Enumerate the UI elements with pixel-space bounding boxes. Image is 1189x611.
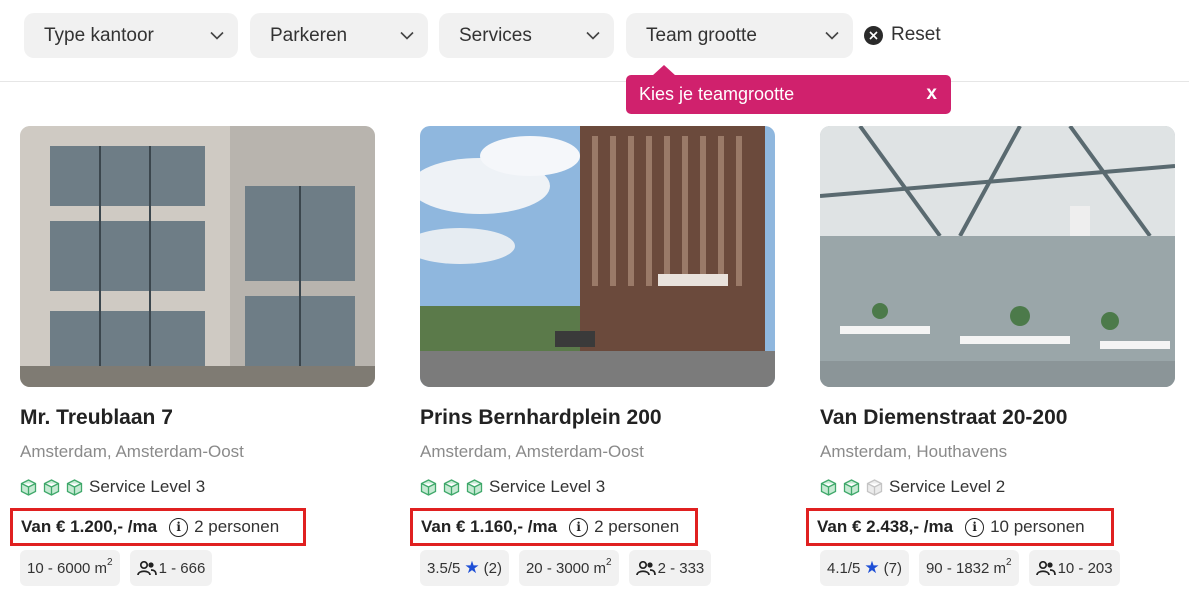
listing-price: Van € 2.438,- /ma [817,517,954,536]
rating-badge[interactable]: 4.1/5 ★ (7) [820,550,909,586]
price-highlight: Van € 1.200,- /ma i 2 personen [10,508,306,546]
listing-photo[interactable] [420,126,775,387]
review-count: (2) [483,559,502,577]
service-level-cubes [420,478,483,496]
star-icon: ★ [464,558,480,577]
team-range-badge: 1 - 666 [129,550,213,586]
service-cube-icon [66,478,83,496]
size-value: 10 - 6000 m [27,559,108,577]
team-size-tooltip: Kies je teamgrootte x [626,65,951,114]
service-level-label: Service Level 2 [889,477,1006,496]
reset-label: Reset [891,24,941,45]
size-badge: 20 - 3000 m2 [518,550,619,586]
listing-card[interactable]: Mr. Treublaan 7 Amsterdam, Amsterdam-Oos… [10,126,376,586]
listing-city: Amsterdam [820,442,907,461]
chevron-down-icon [400,31,414,40]
listing-price: Van € 1.200,- /ma [21,517,158,536]
listing-title[interactable]: Van Diemenstraat 20-200 [820,406,1067,430]
service-cube-icon-empty [866,478,883,496]
info-icon[interactable]: i [569,517,589,537]
info-icon[interactable]: i [169,517,189,537]
listing-city: Amsterdam [20,442,107,461]
listing-card[interactable]: Prins Bernhardplein 200 Amsterdam, Amste… [410,126,776,586]
listing-badges: 3.5/5 ★ (2) 20 - 3000 m2 2 - 333 [420,550,712,586]
size-unit-exp: 2 [606,556,612,568]
listing-location: Amsterdam, Houthavens [820,442,1008,461]
service-level: Service Level 3 [20,477,205,497]
filter-type-kantoor[interactable]: Type kantoor [24,13,238,58]
listing-area: Amsterdam-Oost [515,442,644,461]
service-level-cubes [820,478,883,496]
service-cube-icon [420,478,437,496]
service-level-label: Service Level 3 [489,477,606,496]
filter-label: Type kantoor [44,24,154,46]
tooltip-close-button[interactable]: x [926,83,937,105]
rating-value: 4.1/5 [827,559,861,577]
service-level-label: Service Level 3 [89,477,206,496]
listing-photo[interactable] [820,126,1175,387]
service-level-cubes [20,478,83,496]
service-level: Service Level 2 [820,477,1005,497]
service-cube-icon [466,478,483,496]
listing-location: Amsterdam, Amsterdam-Oost [20,442,244,461]
close-circle-icon [864,25,883,45]
size-unit-exp: 2 [107,556,113,568]
filter-team-grootte[interactable]: Team grootte [626,13,853,58]
team-range-value: 2 - 333 [657,559,705,577]
service-cube-icon [443,478,460,496]
price-highlight: Van € 2.438,- /ma i 10 personen [806,508,1114,546]
tooltip-text: Kies je teamgrootte [639,84,795,104]
people-icon [136,560,157,575]
listing-area: Amsterdam-Oost [115,442,244,461]
listing-card[interactable]: Van Diemenstraat 20-200 Amsterdam, Houth… [806,126,1176,586]
chevron-down-icon [210,31,224,40]
listing-badges: 10 - 6000 m2 1 - 666 [20,550,213,586]
people-icon [635,560,656,575]
rating-value: 3.5/5 [427,559,461,577]
filter-bar: Type kantoor Parkeren Services Team groo… [0,0,1189,82]
size-badge: 10 - 6000 m2 [20,550,120,586]
listing-persons: 2 personen [594,517,680,536]
price-highlight: Van € 1.160,- /ma i 2 personen [410,508,698,546]
people-icon [1035,560,1056,575]
team-range-badge: 2 - 333 [628,550,712,586]
reset-button[interactable]: Reset [864,24,941,46]
team-range-value: 1 - 666 [158,559,206,577]
filter-parkeren[interactable]: Parkeren [250,13,428,58]
size-badge: 90 - 1832 m2 [918,550,1019,586]
filter-label: Team grootte [646,24,757,46]
service-cube-icon [43,478,60,496]
service-cube-icon [820,478,837,496]
listing-location: Amsterdam, Amsterdam-Oost [420,442,644,461]
filter-label: Parkeren [270,24,348,46]
filter-services[interactable]: Services [439,13,614,58]
chevron-down-icon [586,31,600,40]
listing-title[interactable]: Prins Bernhardplein 200 [420,406,662,430]
review-count: (7) [883,559,902,577]
listing-persons: 2 personen [194,517,280,536]
listing-persons: 10 personen [990,517,1085,536]
service-cube-icon [843,478,860,496]
listing-price: Van € 1.160,- /ma [421,517,558,536]
chevron-down-icon [825,31,839,40]
listing-title[interactable]: Mr. Treublaan 7 [20,406,173,430]
filter-label: Services [459,24,532,46]
team-range-badge: 10 - 203 [1028,550,1120,586]
listing-city: Amsterdam [420,442,507,461]
service-cube-icon [20,478,37,496]
size-value: 90 - 1832 m [925,559,1007,577]
service-level: Service Level 3 [420,477,605,497]
listing-area: Houthavens [916,442,1008,461]
star-icon: ★ [864,558,880,577]
listing-badges: 4.1/5 ★ (7) 90 - 1832 m2 10 - 203 [820,550,1120,586]
team-range-value: 10 - 203 [1057,559,1113,577]
info-icon[interactable]: i [965,517,985,537]
rating-badge[interactable]: 3.5/5 ★ (2) [420,550,509,586]
size-unit-exp: 2 [1006,556,1012,568]
listing-photo[interactable] [20,126,375,387]
size-value: 20 - 3000 m [525,559,607,577]
